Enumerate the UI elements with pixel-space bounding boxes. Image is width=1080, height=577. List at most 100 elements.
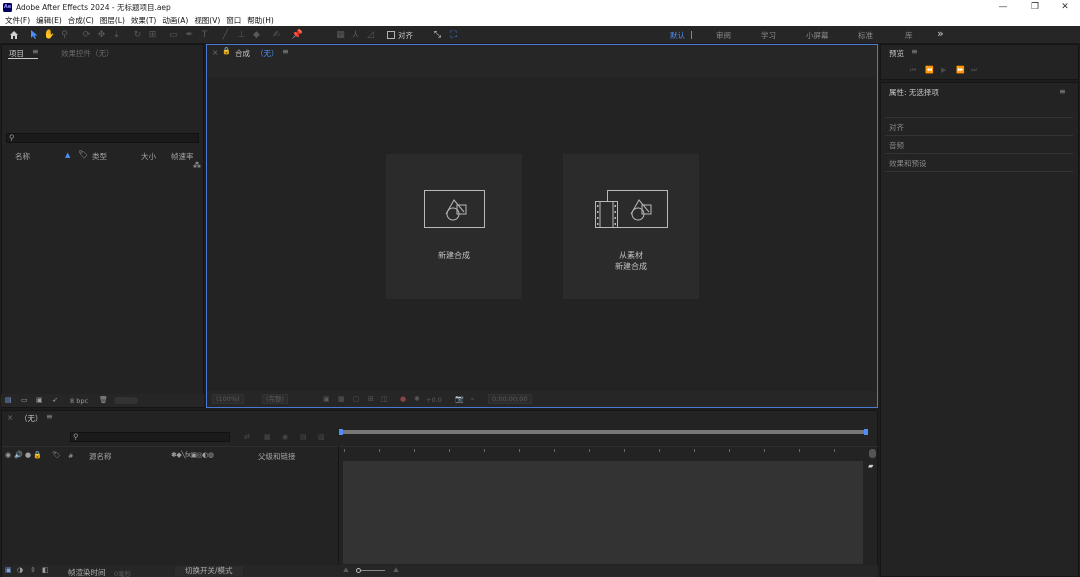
shy-layers-icon[interactable]: ◉ — [282, 433, 288, 441]
roto-brush-tool-icon[interactable]: ✍ — [270, 28, 283, 41]
menu-edit[interactable]: 编辑(E) — [36, 15, 62, 26]
workspace-review[interactable]: 审阅 — [716, 30, 731, 41]
toggle-switches-modes-button[interactable]: 切换开关/模式 — [175, 566, 243, 576]
menu-layer[interactable]: 图层(L) — [100, 15, 125, 26]
mask-path-icon[interactable]: ▢ — [353, 395, 360, 403]
column-name[interactable]: 名称 — [15, 151, 30, 162]
menu-view[interactable]: 视图(V) — [194, 15, 220, 26]
panel-audio[interactable]: 音频 — [889, 140, 904, 151]
lock-icon[interactable]: 🔒 — [222, 47, 231, 55]
project-scroll-handle[interactable] — [114, 397, 138, 404]
transparency-grid-icon[interactable]: ▦ — [338, 395, 345, 403]
column-size[interactable]: 大小 — [141, 151, 156, 162]
snap-options-icon[interactable]: ⤡ — [431, 28, 444, 41]
project-search-input[interactable]: ⚲ — [6, 133, 199, 143]
graph-editor-icon[interactable]: ▧ — [318, 433, 325, 441]
rectangle-tool-icon[interactable]: ▭ — [167, 28, 180, 41]
column-layer-number[interactable]: # — [68, 452, 73, 460]
sort-ascending-icon[interactable]: ▲ — [65, 151, 70, 159]
panel-effects-presets[interactable]: 效果和预设 — [889, 158, 927, 169]
frame-blending-icon[interactable]: ▤ — [300, 433, 307, 441]
timeline-scroll-handle[interactable] — [869, 449, 876, 458]
resolution-dropdown[interactable]: (完整) — [262, 394, 289, 404]
transfer-controls-icon[interactable]: ◑ — [17, 566, 23, 574]
anchor-point-tool-icon[interactable]: ⊞ — [146, 28, 159, 41]
tab-effect-controls[interactable]: 效果控件（无） — [61, 48, 114, 59]
panel-align[interactable]: 对齐 — [889, 122, 904, 133]
magnification-dropdown[interactable]: (100%) — [212, 394, 244, 404]
minimize-button[interactable]: — — [988, 0, 1018, 14]
exposure-icon[interactable]: ✺ — [414, 395, 420, 403]
workspace-learn[interactable]: 学习 — [761, 30, 776, 41]
workspace-standard[interactable]: 标准 — [858, 30, 873, 41]
interpret-footage-icon[interactable]: ▤ — [5, 396, 12, 404]
dolly-camera-icon[interactable]: ⇣ — [110, 28, 123, 41]
home-icon[interactable] — [7, 28, 20, 41]
tab-composition-name[interactable]: （无） — [256, 48, 279, 59]
expand-icon[interactable]: ⛶ — [447, 28, 460, 41]
preview-menu-icon[interactable]: ≡ — [911, 47, 918, 56]
comp-button-icon[interactable]: ▰ — [868, 462, 873, 470]
project-menu-icon[interactable]: ≡ — [32, 47, 39, 56]
timeline-menu-icon[interactable]: ≡ — [46, 412, 53, 421]
rotate-tool-icon[interactable]: ↻ — [131, 28, 144, 41]
render-queue-icon[interactable]: ➶ — [52, 396, 58, 404]
close-timeline-tab-icon[interactable]: × — [7, 413, 13, 422]
last-frame-icon[interactable]: ⏭ — [971, 66, 977, 75]
exposure-value[interactable]: +0.0 — [426, 396, 442, 404]
show-snapshot-icon[interactable]: ⌁ — [470, 395, 474, 403]
in-out-icon[interactable]: ⇳ — [30, 566, 36, 574]
zoom-slider-thumb[interactable] — [356, 568, 361, 573]
lock-column-icon[interactable]: 🔒 — [33, 451, 42, 459]
delete-icon[interactable]: 🗑 — [99, 396, 108, 404]
workspace-default[interactable]: 默认 — [670, 30, 685, 41]
hand-tool-icon[interactable]: ✋ — [43, 28, 56, 41]
menu-composition[interactable]: 合成(C) — [68, 15, 94, 26]
new-folder-icon[interactable]: ▭ — [21, 396, 28, 404]
column-type[interactable]: 类型 — [92, 151, 107, 162]
tab-composition[interactable]: 合成 — [235, 48, 250, 59]
snapshot-icon[interactable]: 📷 — [455, 395, 464, 403]
column-parent-link[interactable]: 父级和链接 — [258, 451, 296, 462]
preview-title[interactable]: 预览 — [889, 48, 904, 59]
current-time-field[interactable]: 0;00;00;00 — [488, 394, 532, 404]
previous-frame-icon[interactable]: ⏪ — [925, 66, 934, 74]
comp-flowchart-icon[interactable]: ⇄ — [244, 433, 250, 441]
new-composition-icon[interactable]: ▣ — [36, 396, 43, 404]
puppet-pin-tool-icon[interactable]: 📌 — [291, 28, 304, 41]
bit-depth-button[interactable]: 8 bpc — [70, 397, 88, 405]
menu-file[interactable]: 文件(F) — [5, 15, 30, 26]
comp-menu-icon[interactable]: ≡ — [282, 47, 289, 56]
selection-tool-icon[interactable] — [28, 28, 41, 41]
view-axis-icon[interactable]: ◿ — [364, 28, 377, 41]
flowchart-icon[interactable]: ⁂ — [193, 161, 201, 170]
new-composition-card[interactable]: 新建合成 — [386, 154, 522, 299]
properties-menu-icon[interactable]: ≡ — [1059, 87, 1066, 96]
orbit-camera-icon[interactable]: ⟳ — [80, 28, 93, 41]
timeline-search-input[interactable]: ⚲ — [70, 432, 230, 442]
zoom-tool-icon[interactable]: ⚲ — [58, 28, 71, 41]
solo-icon[interactable]: ● — [25, 451, 31, 459]
workspace-small-screen[interactable]: 小屏幕 — [806, 30, 829, 41]
region-of-interest-icon[interactable]: ▣ — [323, 395, 330, 403]
layer-switches-icon[interactable]: ▣ — [5, 566, 12, 574]
tab-timeline[interactable]: （无） — [20, 413, 43, 424]
zoom-slider-track[interactable] — [357, 570, 385, 571]
close-comp-tab-icon[interactable]: × — [212, 48, 218, 57]
zoom-in-icon[interactable]: ⛰ — [393, 566, 399, 575]
eraser-tool-icon[interactable]: ◆ — [250, 28, 263, 41]
render-time-icon[interactable]: ◧ — [42, 566, 49, 574]
play-icon[interactable]: ▶ — [941, 66, 946, 74]
first-frame-icon[interactable]: ⏮ — [910, 66, 916, 75]
next-frame-icon[interactable]: ⏩ — [956, 66, 965, 74]
video-visibility-icon[interactable]: ◉ — [5, 451, 11, 459]
local-axis-icon[interactable]: ▦ — [334, 28, 347, 41]
grid-guides-icon[interactable]: ⊞ — [368, 395, 374, 403]
brush-tool-icon[interactable]: ╱ — [219, 28, 232, 41]
channel-icon[interactable]: ◫ — [381, 395, 388, 403]
new-comp-from-footage-card[interactable]: 从素材 新建合成 — [563, 154, 699, 299]
label-tag-icon[interactable]: 🏷 — [78, 150, 88, 159]
menu-window[interactable]: 窗口 — [226, 15, 241, 26]
type-tool-icon[interactable]: T — [198, 28, 211, 41]
column-source-name[interactable]: 源名称 — [89, 451, 112, 462]
